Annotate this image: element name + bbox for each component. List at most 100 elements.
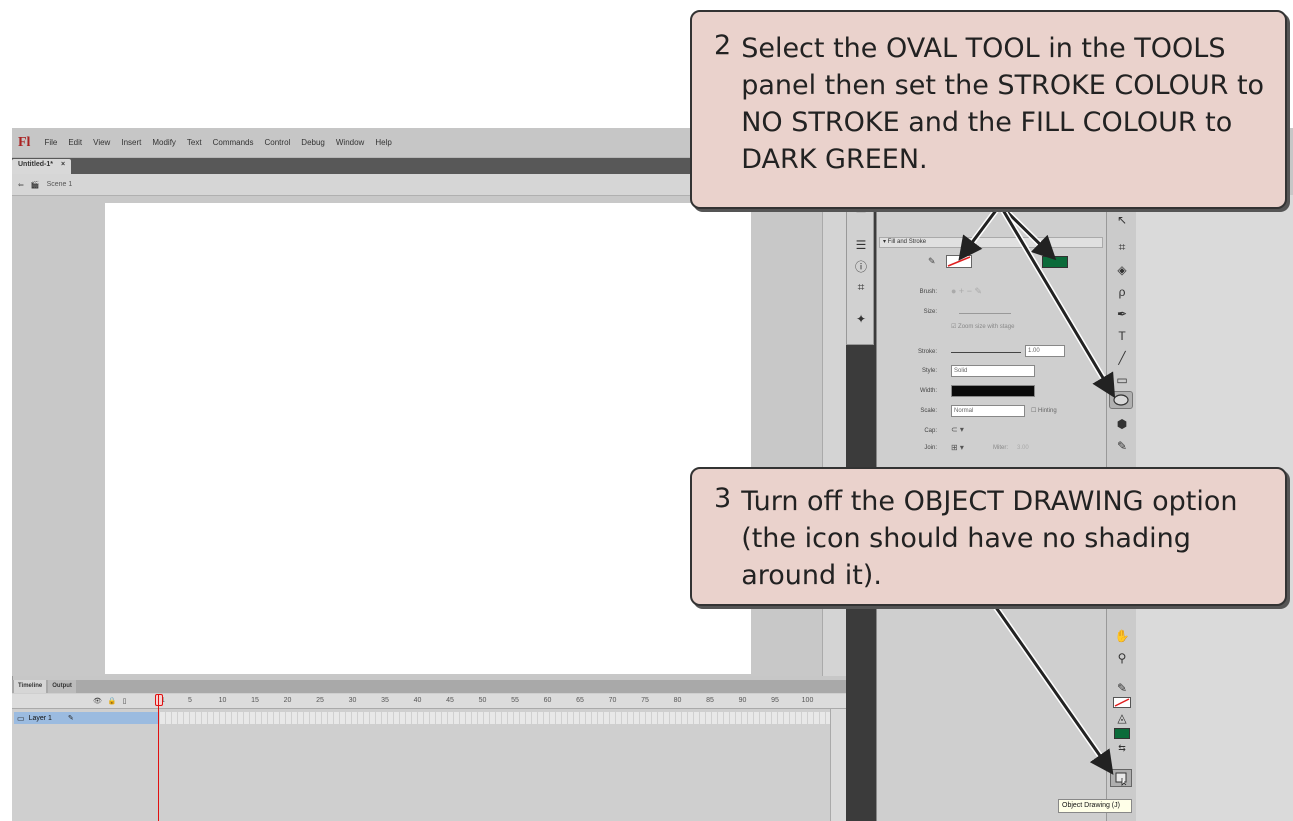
frame-ruler: 1 5 10 15 20 25 30 35 40 45 50 55 60 65 70 75 80 85 90 95 10… [161,695,820,709]
outline-icon[interactable]: ▯ [123,697,127,705]
hinting-label: Hinting [1038,408,1057,414]
hand-tool-icon[interactable]: ✋ [1107,629,1137,643]
frame-number: 75 [641,697,649,704]
line-tool-icon[interactable]: ╱ [1107,351,1137,365]
rectangle-tool-icon[interactable]: ▭ [1107,373,1137,387]
tools-stroke-swatch[interactable] [1113,697,1131,708]
frame-number: 100 [801,697,814,704]
frame-number: 90 [738,697,747,704]
pen-tool-icon[interactable]: ✒ [1107,307,1137,321]
stroke-slider[interactable] [951,352,1021,353]
frame-number: 60 [543,697,552,704]
3d-rotation-tool-icon[interactable]: ◈ [1107,263,1137,277]
playhead-handle[interactable] [155,694,163,706]
object-drawing-icon [1115,772,1127,786]
polystar-tool-icon[interactable]: ⬢ [1107,417,1137,431]
transform-icon[interactable]: ⌗ [847,280,875,295]
stroke-value-field[interactable]: 1.00 [1025,345,1065,357]
scene-label: Scene 1 [46,181,73,188]
menu-insert[interactable]: Insert [121,138,141,147]
menu-edit[interactable]: Edit [68,138,82,147]
zoom-tool-icon[interactable]: ⚲ [1107,651,1137,665]
zoom-label: Zoom size with stage [958,324,1015,330]
callout-number: 2 [714,30,732,61]
frame-row[interactable] [160,712,830,724]
eye-icon[interactable]: 👁 [93,697,102,705]
frame-number: 20 [283,697,292,704]
join-label: Join: [924,445,937,451]
menu-debug[interactable]: Debug [301,138,325,147]
scene-clapper-icon: 🎬 [30,181,40,189]
frame-number: 80 [673,697,682,704]
object-drawing-button[interactable] [1110,769,1132,787]
stroke-pencil-icon: ✎ [928,256,936,266]
size-label: Size: [923,309,937,315]
frame-number: 45 [446,697,454,704]
brush-options-icon: ● + − ✎ [951,286,982,296]
back-arrow-icon[interactable]: ⇐ [18,181,24,189]
close-icon[interactable]: × [61,161,65,172]
lasso-tool-icon[interactable]: ρ [1107,285,1137,299]
callout-number: 3 [714,483,732,514]
frame-number: 10 [218,697,227,704]
oval-tool-button[interactable] [1109,391,1133,409]
document-tab[interactable]: Untitled-1* × [12,159,72,174]
pencil-tool-icon[interactable]: ✎ [1107,439,1137,453]
frame-number: 70 [608,697,617,704]
hinting-checkbox[interactable]: ☐ Hinting [1031,407,1057,414]
join-select[interactable]: ⊞ ▾ [951,443,964,452]
zoom-size-checkbox[interactable]: ☑ Zoom size with stage [951,323,1014,330]
callout-text: Select the OVAL TOOL in the TOOLS panel … [741,33,1265,175]
width-select[interactable] [951,385,1035,397]
style-select[interactable]: Solid [951,365,1035,377]
swap-colors-icon[interactable]: ⇆ [1107,743,1137,754]
stroke-color-swatch[interactable] [946,255,972,268]
layer-row[interactable]: ▭ Layer 1 ✎ [14,712,159,724]
menu-commands[interactable]: Commands [213,138,254,147]
timeline-scrollbar[interactable] [830,709,846,821]
frame-number: 5 [188,697,192,704]
color-panel-icon[interactable]: ✦ [847,312,875,326]
info-icon[interactable]: ⓘ [847,258,875,275]
scale-label: Scale: [920,408,937,414]
size-slider[interactable] [959,313,1011,314]
frame-number: 95 [771,697,779,704]
menu-modify[interactable]: Modify [152,138,176,147]
fill-stroke-section-header[interactable]: ▾ Fill and Stroke [879,237,1103,248]
playhead[interactable] [158,694,159,821]
menu-control[interactable]: Control [265,138,291,147]
frame-number: 35 [381,697,389,704]
menu-view[interactable]: View [93,138,110,147]
frame-number: 50 [478,697,487,704]
menu-file[interactable]: File [44,138,57,147]
layer-name: Layer 1 [28,714,52,722]
align-panel-icon[interactable]: ☰ [847,238,875,252]
menu-text[interactable]: Text [187,138,202,147]
stroke-color-tool-icon[interactable]: ✎ [1107,681,1137,695]
instruction-callout-3: 3 Turn off the OBJECT DRAWING option (th… [690,467,1287,606]
width-label: Width: [919,388,937,394]
tab-timeline[interactable]: Timeline [14,680,47,693]
frame-number: 55 [511,697,519,704]
scale-select[interactable]: Normal [951,405,1025,417]
lock-icon[interactable]: 🔒 [108,697,117,705]
free-transform-tool-icon[interactable]: ⌗ [1107,240,1137,255]
frame-number: 40 [413,697,422,704]
selection-tool-icon[interactable]: ↖ [1107,213,1137,227]
text-tool-icon[interactable]: T [1107,329,1137,343]
stage[interactable] [105,203,751,674]
frame-number: 65 [576,697,584,704]
cap-select[interactable]: ⊂ ▾ [951,425,964,434]
menu-window[interactable]: Window [336,138,364,147]
tab-output[interactable]: Output [48,680,76,693]
frame-number: 15 [251,697,259,704]
fill-bucket-icon[interactable]: ◬ [1107,711,1137,725]
style-label: Style: [921,368,937,374]
flash-logo: Fl [18,134,31,150]
miter-value[interactable]: 3.00 [1017,445,1029,451]
tools-fill-swatch[interactable] [1114,728,1130,739]
no-stroke-icon [947,256,971,267]
menu-help[interactable]: Help [375,138,391,147]
pencil-icon: ✎ [67,715,74,722]
fill-color-swatch[interactable] [1042,256,1068,268]
